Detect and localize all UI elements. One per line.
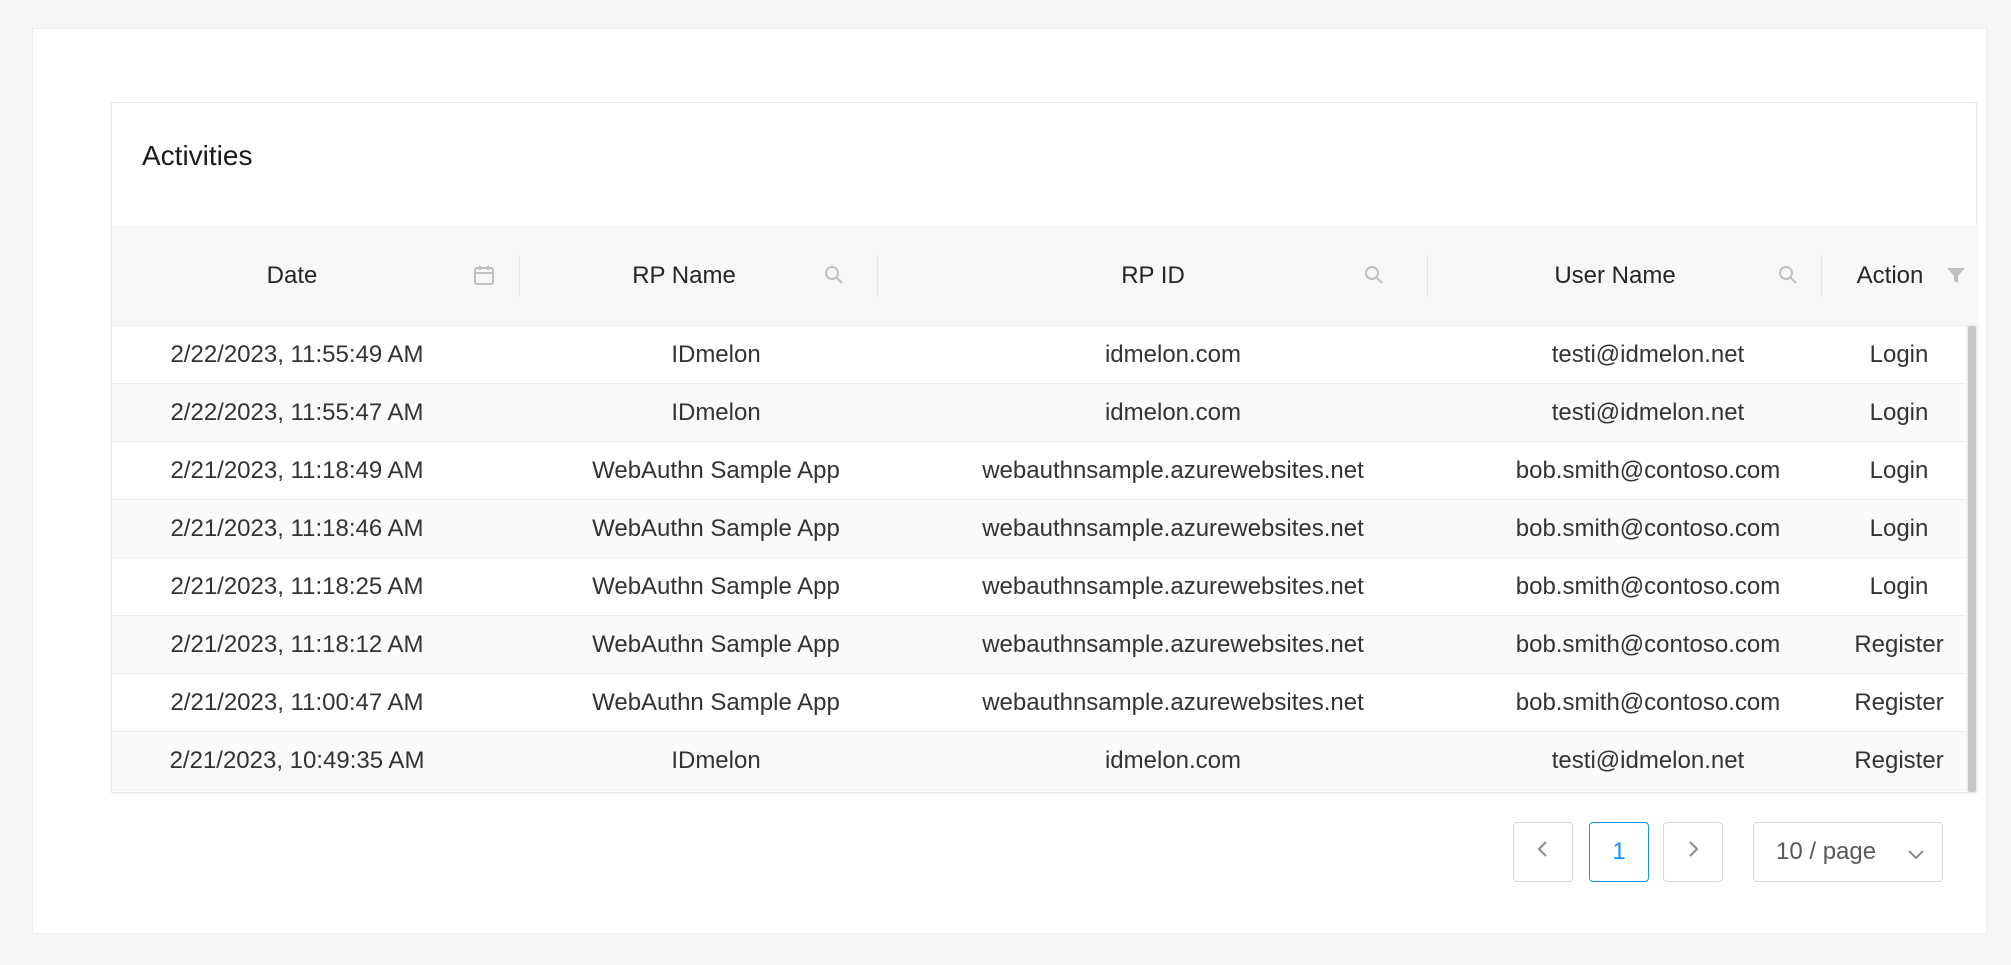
- column-header-rp-name-label: RP Name: [632, 261, 736, 289]
- column-header-rp-id-label: RP ID: [1121, 261, 1185, 289]
- table-row[interactable]: 2/21/2023, 11:18:25 AM WebAuthn Sample A…: [112, 558, 1966, 616]
- page-number-button[interactable]: 1: [1589, 822, 1649, 882]
- cell-action: Login: [1869, 573, 1929, 600]
- cell-action: Login: [1869, 399, 1929, 426]
- filter-icon[interactable]: [1944, 263, 1968, 287]
- cell-rp-name: WebAuthn Sample App: [592, 689, 840, 716]
- table-row[interactable]: 2/21/2023, 11:18:46 AM WebAuthn Sample A…: [112, 500, 1966, 558]
- cell-rp-name: IDmelon: [671, 341, 761, 368]
- cell-action: Login: [1869, 457, 1929, 484]
- chevron-left-icon: [1533, 838, 1553, 866]
- table-header: Date RP Name RP ID User Name Action: [112, 225, 1978, 326]
- cell-action: Login: [1869, 515, 1929, 542]
- cell-rp-id: idmelon.com: [1104, 747, 1242, 774]
- cell-action: Register: [1854, 689, 1944, 716]
- column-header-user-name: User Name: [1428, 225, 1822, 326]
- cell-date: 2/21/2023, 11:18:46 AM: [170, 515, 424, 542]
- next-page-button[interactable]: [1663, 822, 1723, 882]
- cell-rp-id: idmelon.com: [1104, 341, 1242, 368]
- table-row[interactable]: 2/22/2023, 11:55:49 AM IDmelon idmelon.c…: [112, 326, 1966, 384]
- cell-user-name: bob.smith@contoso.com: [1515, 689, 1781, 716]
- table-row[interactable]: 2/21/2023, 10:49:35 AM IDmelon idmelon.c…: [112, 732, 1966, 790]
- cell-user-name: testi@idmelon.net: [1551, 747, 1745, 774]
- column-header-date: Date: [112, 225, 520, 326]
- search-icon[interactable]: [1776, 263, 1800, 287]
- cell-action: Register: [1854, 747, 1944, 774]
- page-size-select[interactable]: 10 / page: [1753, 822, 1943, 882]
- table-row[interactable]: 2/21/2023, 11:00:47 AM WebAuthn Sample A…: [112, 674, 1966, 732]
- prev-page-button[interactable]: [1513, 822, 1573, 882]
- cell-user-name: bob.smith@contoso.com: [1515, 631, 1781, 658]
- column-header-date-label: Date: [266, 261, 318, 289]
- cell-date: 2/21/2023, 11:18:12 AM: [170, 631, 424, 658]
- cell-date: 2/21/2023, 11:18:49 AM: [170, 457, 424, 484]
- cell-user-name: bob.smith@contoso.com: [1515, 573, 1781, 600]
- calendar-icon[interactable]: [472, 263, 496, 287]
- chevron-down-icon: [1906, 843, 1926, 871]
- cell-date: 2/21/2023, 11:00:47 AM: [170, 689, 424, 716]
- column-header-rp-name: RP Name: [520, 225, 878, 326]
- cell-rp-name: WebAuthn Sample App: [592, 631, 840, 658]
- cell-rp-id: webauthnsample.azurewebsites.net: [982, 457, 1364, 484]
- column-header-user-name-label: User Name: [1554, 261, 1676, 289]
- cell-user-name: bob.smith@contoso.com: [1515, 515, 1781, 542]
- table-row[interactable]: 2/22/2023, 11:55:47 AM IDmelon idmelon.c…: [112, 384, 1966, 442]
- table-row[interactable]: 2/21/2023, 11:18:49 AM WebAuthn Sample A…: [112, 442, 1966, 500]
- cell-user-name: testi@idmelon.net: [1551, 341, 1745, 368]
- cell-date: 2/21/2023, 10:49:35 AM: [169, 747, 425, 774]
- cell-rp-id: webauthnsample.azurewebsites.net: [982, 515, 1364, 542]
- column-header-action: Action: [1822, 225, 1978, 326]
- search-icon[interactable]: [1362, 263, 1386, 287]
- content-panel: Activities Date RP Name RP ID User Name …: [32, 28, 1987, 934]
- activities-table: Date RP Name RP ID User Name Action 2/22…: [112, 225, 1978, 794]
- table-row[interactable]: 2/21/2023, 11:18:12 AM WebAuthn Sample A…: [112, 616, 1966, 674]
- cell-action: Register: [1854, 631, 1944, 658]
- cell-date: 2/22/2023, 11:55:49 AM: [170, 341, 424, 368]
- cell-user-name: testi@idmelon.net: [1551, 399, 1745, 426]
- cell-rp-name: IDmelon: [671, 399, 761, 426]
- page-size-value: 10 / page: [1776, 838, 1877, 865]
- table-scrollbar-thumb[interactable]: [1968, 326, 1976, 792]
- column-header-action-label: Action: [1856, 261, 1924, 289]
- cell-action: Login: [1869, 341, 1929, 368]
- activities-card: Activities Date RP Name RP ID User Name …: [111, 102, 1978, 794]
- cell-date: 2/21/2023, 11:18:25 AM: [170, 573, 424, 600]
- card-title: Activities: [142, 140, 253, 171]
- cell-user-name: bob.smith@contoso.com: [1515, 457, 1781, 484]
- column-header-rp-id: RP ID: [878, 225, 1428, 326]
- cell-rp-id: webauthnsample.azurewebsites.net: [982, 573, 1364, 600]
- cell-rp-name: WebAuthn Sample App: [592, 457, 840, 484]
- cell-rp-name: WebAuthn Sample App: [592, 573, 840, 600]
- cell-rp-id: idmelon.com: [1104, 399, 1242, 426]
- cell-rp-id: webauthnsample.azurewebsites.net: [982, 689, 1364, 716]
- chevron-right-icon: [1683, 838, 1703, 866]
- cell-date: 2/22/2023, 11:55:47 AM: [170, 399, 424, 426]
- cell-rp-id: webauthnsample.azurewebsites.net: [982, 631, 1364, 658]
- cell-rp-name: IDmelon: [671, 747, 761, 774]
- search-icon[interactable]: [822, 263, 846, 287]
- cell-rp-name: WebAuthn Sample App: [592, 515, 840, 542]
